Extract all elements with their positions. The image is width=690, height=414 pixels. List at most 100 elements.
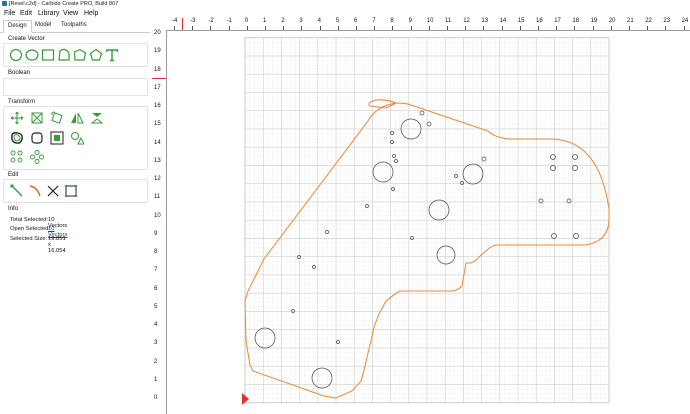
ruler-x-label: 7 bbox=[372, 18, 376, 24]
tab-design[interactable]: Design bbox=[3, 20, 32, 33]
ruler-x-label: 13 bbox=[481, 18, 489, 24]
ruler-y-label: 6 bbox=[154, 285, 158, 292]
transform-section bbox=[3, 106, 148, 170]
fillet-icon[interactable] bbox=[30, 131, 44, 145]
trim-icon[interactable] bbox=[28, 184, 42, 198]
ruler-x-label: 9 bbox=[408, 18, 412, 24]
ruler-y-label: 14 bbox=[154, 139, 161, 146]
array-icon[interactable] bbox=[10, 150, 24, 164]
ruler-x-label: 23 bbox=[663, 18, 671, 24]
ruler-x-tick bbox=[228, 26, 230, 30]
ruler-x-tick bbox=[174, 26, 175, 30]
ellipse-tool-icon[interactable] bbox=[25, 48, 39, 62]
align-center-icon[interactable] bbox=[50, 131, 64, 145]
ruler-y-label: 4 bbox=[154, 322, 158, 328]
menu-library[interactable]: Library bbox=[38, 9, 59, 19]
ruler-x-tick bbox=[246, 26, 248, 30]
mirror-icon[interactable] bbox=[70, 111, 84, 125]
create-vector-title: Create Vector bbox=[8, 36, 45, 42]
ruler-y-marker bbox=[152, 78, 166, 79]
ruler-x-tick bbox=[519, 26, 521, 30]
ruler-y-label: 12 bbox=[154, 176, 161, 182]
ruler-x-label: 17 bbox=[554, 18, 561, 24]
rectangle-tool-icon[interactable] bbox=[41, 48, 55, 62]
ruler-y-label: 5 bbox=[154, 303, 158, 310]
polygon-tool-icon[interactable] bbox=[89, 48, 103, 62]
selected-size-value: 19.851 x 16.054 bbox=[48, 236, 66, 254]
ruler-x-label: 19 bbox=[590, 18, 598, 24]
ruler-x-label: 1 bbox=[263, 18, 267, 24]
ruler-x-marker bbox=[182, 18, 183, 30]
ruler-x-tick bbox=[665, 26, 666, 30]
ruler-x-tick bbox=[356, 26, 357, 30]
title-bar: [Revel.c2d] - Carbide Create PRO, Build … bbox=[0, 0, 690, 9]
ruler-x-tick bbox=[556, 26, 557, 30]
circular-array-icon[interactable] bbox=[30, 150, 44, 164]
ruler-x-tick bbox=[647, 26, 648, 30]
ruler-x-tick bbox=[265, 26, 266, 30]
ruler-y-label: 1 bbox=[154, 376, 158, 383]
tab-toolpaths[interactable]: Toolpaths bbox=[57, 20, 91, 31]
scale-icon[interactable] bbox=[30, 111, 44, 125]
ruler-y-label: 10 bbox=[154, 212, 161, 219]
ruler-x-tick bbox=[465, 26, 466, 30]
boolean-title: Boolean bbox=[8, 70, 31, 76]
ruler-x-tick bbox=[574, 26, 575, 30]
ruler-x-tick bbox=[210, 26, 211, 30]
ruler-y-label: 19 bbox=[154, 48, 161, 55]
ruler-x-label: -1 bbox=[226, 18, 232, 24]
align-shapes-icon[interactable] bbox=[70, 131, 84, 145]
ruler-x-label: 6 bbox=[354, 18, 358, 24]
ruler-x-tick bbox=[501, 26, 503, 30]
ruler-x-label: 22 bbox=[645, 18, 652, 24]
ruler-x-tick bbox=[392, 26, 393, 30]
stock-area[interactable] bbox=[166, 31, 690, 414]
ruler-x-label: 8 bbox=[390, 18, 394, 24]
node-edit-icon[interactable] bbox=[10, 184, 24, 198]
ruler-x-label: 5 bbox=[335, 18, 340, 24]
ruler-x-label: 16 bbox=[536, 18, 543, 24]
ruler-y-label: 3 bbox=[154, 340, 158, 347]
ruler-x-label: 10 bbox=[426, 18, 434, 24]
ruler-y-label: 8 bbox=[154, 249, 158, 255]
ruler-x-label: 11 bbox=[445, 18, 452, 24]
circle-tool-icon[interactable] bbox=[9, 48, 23, 62]
ruler-x-tick bbox=[374, 26, 375, 30]
menu-file[interactable]: File bbox=[4, 9, 15, 19]
ruler-x-label: -4 bbox=[172, 18, 178, 24]
bounding-box-icon[interactable] bbox=[64, 184, 78, 198]
open-selected-row: Open Selected: 10 Vectors bbox=[10, 226, 67, 238]
edit-title: Edit bbox=[8, 172, 19, 178]
menu-edit[interactable]: Edit bbox=[20, 9, 32, 19]
ruler-x-tick bbox=[592, 26, 594, 30]
ruler-x-label: 18 bbox=[572, 18, 580, 24]
rotate-icon[interactable] bbox=[50, 111, 64, 125]
ruler-x-label: 3 bbox=[299, 18, 303, 24]
curve-tool-icon[interactable] bbox=[57, 48, 71, 62]
ruler-x-tick bbox=[447, 26, 448, 30]
create-vector-section bbox=[3, 43, 148, 67]
ruler-y-label: 16 bbox=[154, 103, 161, 109]
ruler-y-label: 13 bbox=[154, 157, 161, 164]
ruler-y-label: 17 bbox=[154, 84, 161, 91]
ruler-x-tick bbox=[301, 26, 302, 30]
move-icon[interactable] bbox=[10, 111, 24, 125]
ruler-x-label: -2 bbox=[208, 18, 214, 24]
transform-title: Transform bbox=[8, 99, 36, 105]
ruler-x-tick bbox=[538, 26, 539, 30]
ruler-x-label: 12 bbox=[463, 18, 470, 24]
ruler-y-label: 0 bbox=[154, 395, 158, 401]
ruler-x-tick bbox=[410, 26, 412, 30]
cut-icon[interactable] bbox=[46, 184, 60, 198]
polyline-tool-icon[interactable] bbox=[73, 48, 87, 62]
edit-section bbox=[3, 179, 148, 203]
offset-icon[interactable] bbox=[10, 131, 24, 145]
text-tool-icon[interactable] bbox=[105, 48, 119, 62]
ruler-y-label: 2 bbox=[154, 358, 158, 365]
ruler-x-label: 0 bbox=[244, 18, 249, 24]
tab-model[interactable]: Model bbox=[31, 20, 55, 31]
flip-icon[interactable] bbox=[90, 111, 104, 125]
ruler-x-tick bbox=[337, 26, 339, 30]
menu-view[interactable]: View bbox=[63, 9, 78, 19]
menu-help[interactable]: Help bbox=[84, 9, 98, 19]
